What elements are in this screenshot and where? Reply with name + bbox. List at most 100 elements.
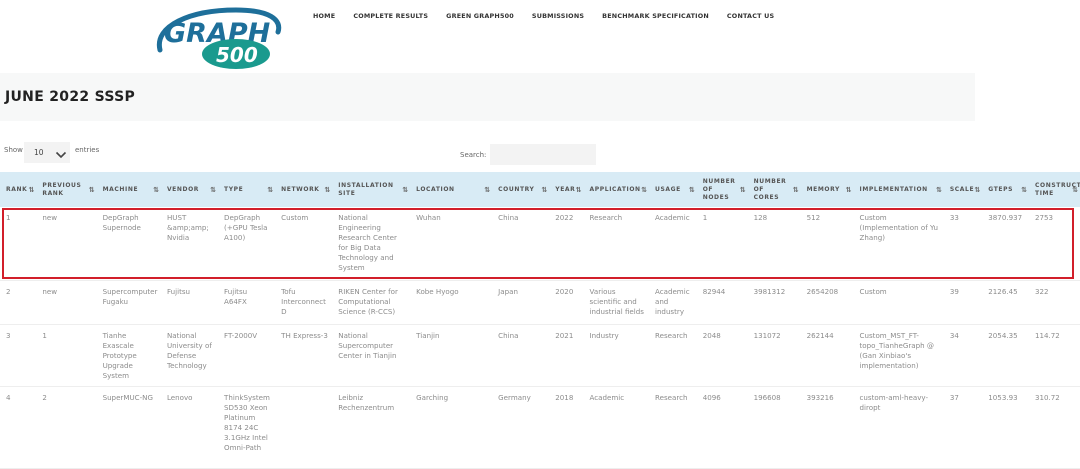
table-cell: Custom [853, 280, 944, 325]
col-header[interactable]: NUMBER OF NODES ⇅ [696, 172, 748, 207]
table-cell: 82944 [696, 280, 748, 325]
table-row: 4 2 SuperMUC-NG Lenovo ThinkSystem SD530… [0, 386, 1080, 469]
col-header[interactable]: INSTALLATION SITE ⇅ [332, 172, 411, 207]
table-cell: 2022 [549, 207, 584, 281]
graph500-logo[interactable]: GRAPH 500 [150, 6, 284, 70]
table-cell: Custom [275, 207, 333, 281]
col-header[interactable]: LOCATION ⇅ [410, 172, 493, 207]
table-cell: Garching [410, 386, 493, 469]
sort-arrows-icon: ⇅ [935, 185, 942, 194]
table-cell: Various scientific and industrial fields [583, 280, 649, 325]
table-cell: 262144 [800, 324, 854, 387]
table-cell: National University of Defense Technolog… [160, 324, 219, 387]
col-header[interactable]: NETWORK ⇅ [275, 172, 333, 207]
main-nav: HOME COMPLETE RESULTS GREEN GRAPH500 SUB… [313, 12, 792, 20]
table-cell: China [492, 207, 550, 281]
table-cell: SuperMUC-NG [96, 386, 161, 469]
col-header[interactable]: COUNTRY ⇅ [492, 172, 550, 207]
entries-select-value: 10 [34, 148, 44, 157]
sort-arrows-icon: ⇅ [641, 185, 647, 194]
table-cell: new [36, 280, 97, 325]
table-cell: 1 [36, 324, 97, 387]
sort-arrows-icon: ⇅ [575, 185, 582, 194]
nav-home[interactable]: HOME [313, 12, 335, 20]
nav-complete-results[interactable]: COMPLETE RESULTS [353, 12, 428, 20]
table-cell: 131072 [747, 324, 801, 387]
table-cell: TH Express-3 [275, 324, 333, 387]
search-input[interactable] [490, 144, 596, 165]
col-header[interactable]: NUMBER OF CORES ⇅ [747, 172, 801, 207]
table-cell: Tianhe Exascale Prototype Upgrade System [96, 324, 161, 387]
chevron-down-icon [55, 147, 67, 168]
table-cell: Leibniz Rechenzentrum [332, 386, 411, 469]
sort-arrows-icon: ⇅ [688, 185, 695, 194]
col-header[interactable]: YEAR ⇅ [549, 172, 584, 207]
entries-select[interactable]: 10 [24, 142, 70, 163]
show-label: Show [4, 146, 23, 154]
table-cell: Supercomputer Fugaku [96, 280, 161, 325]
table-cell: Lenovo [160, 386, 219, 469]
table-cell: 2 [36, 386, 97, 469]
table-cell: 2126.45 [982, 280, 1029, 325]
col-header[interactable]: CONSTRUCTION TIME⇅ [1029, 172, 1080, 207]
col-header[interactable]: GTEPS ⇅ [982, 172, 1029, 207]
sort-arrows-icon: ⇅ [484, 185, 491, 194]
table-cell: 4 [0, 386, 37, 469]
sort-arrows-icon: ⇅ [267, 185, 274, 194]
sort-arrows-icon: ⇅ [324, 185, 331, 194]
table-cell: 512 [800, 207, 854, 281]
nav-green-graph500[interactable]: GREEN GRAPH500 [446, 12, 514, 20]
sort-arrows-icon: ⇅ [28, 185, 35, 194]
table-cell: 1 [696, 207, 748, 281]
table-cell: DepGraph (+GPU Tesla A100) [218, 207, 276, 281]
table-header-row: RANK ⇅ PREVIOUS RANK ⇅ MACHINE ⇅ VENDOR ⇅ TY… [0, 172, 1080, 207]
nav-submissions[interactable]: SUBMISSIONS [532, 12, 584, 20]
table-cell: 3981312 [747, 280, 801, 325]
title-band [0, 73, 975, 121]
table-cell: 33 [943, 207, 983, 281]
nav-contact-us[interactable]: CONTACT US [727, 12, 774, 20]
sort-arrows-icon: ⇅ [402, 185, 409, 194]
col-header[interactable]: IMPLEMENTATION ⇅ [853, 172, 944, 207]
table-cell: 34 [943, 324, 983, 387]
page-title: JUNE 2022 SSSP [5, 89, 136, 105]
col-header[interactable]: VENDOR ⇅ [160, 172, 219, 207]
table-row: 2 new Supercomputer Fugaku Fujitsu Fujit… [0, 280, 1080, 325]
col-header[interactable]: APPLICATION ⇅ [583, 172, 649, 207]
table-cell: 2654208 [800, 280, 854, 325]
sort-arrows-icon: ⇅ [541, 185, 548, 194]
table-cell: 37 [943, 386, 983, 469]
sort-arrows-icon: ⇅ [210, 185, 217, 194]
col-header[interactable]: SCALE ⇅ [943, 172, 983, 207]
col-header[interactable]: MACHINE ⇅ [96, 172, 161, 207]
table-row: 3 1 Tianhe Exascale Prototype Upgrade Sy… [0, 324, 1080, 387]
table-cell: Custom_MST_FT-topo_TianheGraph @ (Gan Xi… [853, 324, 944, 387]
table-cell: National Supercomputer Center in Tianjin [332, 324, 411, 387]
table-cell: 4096 [696, 386, 748, 469]
table-cell: Fujitsu [160, 280, 219, 325]
table-cell: Germany [492, 386, 550, 469]
col-header[interactable]: RANK ⇅ [0, 172, 37, 207]
entries-label: entries [75, 146, 100, 154]
col-header[interactable]: TYPE ⇅ [218, 172, 276, 207]
table-cell: HUST &amp;amp; Nvidia [160, 207, 219, 281]
table-cell: Research [648, 386, 697, 469]
results-table: RANK ⇅ PREVIOUS RANK ⇅ MACHINE ⇅ VENDOR ⇅ TY… [0, 172, 1080, 469]
table-cell: Academic [648, 207, 697, 281]
table-cell: National Engineering Research Center for… [332, 207, 411, 281]
table-cell: Wuhan [410, 207, 493, 281]
table-cell: Academic and industry [648, 280, 697, 325]
table-cell: Custom (Implementation of Yu Zhang) [853, 207, 944, 281]
table-cell: China [492, 324, 550, 387]
table-cell: Tianjin [410, 324, 493, 387]
col-header[interactable]: PREVIOUS RANK ⇅ [36, 172, 97, 207]
table-cell: 2048 [696, 324, 748, 387]
nav-benchmark-specification[interactable]: BENCHMARK SPECIFICATION [602, 12, 709, 20]
col-header[interactable]: MEMORY ⇅ [800, 172, 854, 207]
table-cell: 39 [943, 280, 983, 325]
logo-number: 500 [216, 43, 258, 67]
table-cell: FT-2000V [218, 324, 276, 387]
table-cell: 1 [0, 207, 37, 281]
col-header[interactable]: USAGE ⇅ [648, 172, 697, 207]
table-cell: ThinkSystem SD530 Xeon Platinum 8174 24C… [218, 386, 276, 469]
